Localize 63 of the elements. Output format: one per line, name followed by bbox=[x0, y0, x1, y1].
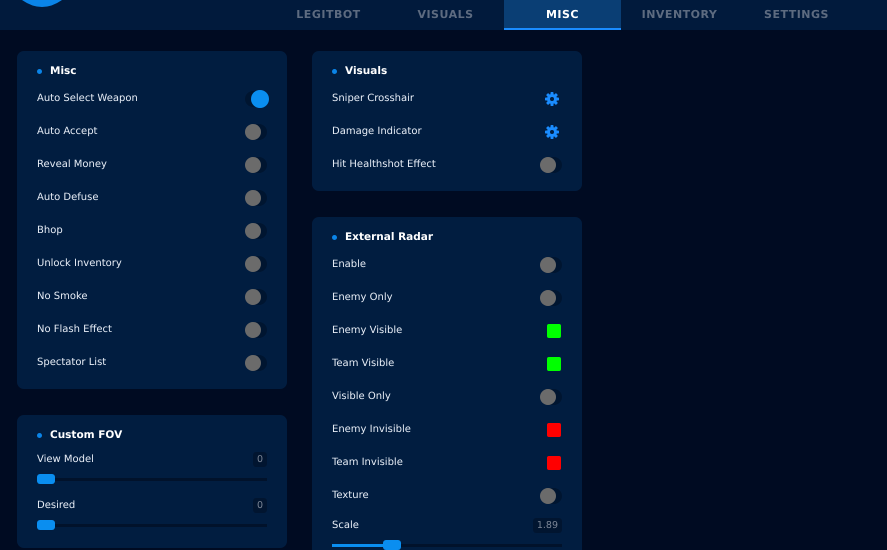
setting-label: Bhop bbox=[37, 225, 63, 236]
tab[interactable]: LEGITBOT bbox=[270, 0, 387, 30]
setting-label: Auto Select Weapon bbox=[37, 93, 138, 104]
setting-label: Enemy Only bbox=[332, 292, 393, 303]
tab[interactable]: MISC bbox=[504, 0, 621, 30]
setting-label: Auto Defuse bbox=[37, 192, 98, 203]
toggle-switch[interactable] bbox=[245, 156, 267, 172]
color-swatch[interactable] bbox=[547, 356, 561, 370]
setting-label: Enemy Invisible bbox=[332, 424, 411, 435]
settings-icon[interactable] bbox=[545, 124, 559, 138]
setting-label: No Smoke bbox=[37, 291, 88, 302]
setting-label: Scale bbox=[332, 520, 359, 530]
toggle-switch[interactable] bbox=[540, 388, 562, 404]
bullet-icon bbox=[332, 234, 337, 240]
toggle-switch[interactable] bbox=[540, 156, 562, 172]
setting-label: Enable bbox=[332, 259, 366, 270]
setting-label: Unlock Inventory bbox=[37, 258, 122, 269]
setting-label: No Flash Effect bbox=[37, 324, 112, 335]
toggle-switch[interactable] bbox=[540, 256, 562, 272]
value-readout: 1.89 bbox=[532, 518, 562, 532]
panel-title: Visuals bbox=[345, 65, 388, 77]
bullet-icon bbox=[37, 432, 42, 438]
slider-thumb[interactable] bbox=[382, 540, 401, 550]
toggle-switch[interactable] bbox=[245, 124, 267, 140]
toggle-switch[interactable] bbox=[540, 488, 562, 504]
tab[interactable]: INVENTORY bbox=[621, 0, 738, 30]
toggle-switch[interactable] bbox=[245, 190, 267, 206]
setting-label: Sniper Crosshair bbox=[332, 93, 414, 104]
tab[interactable]: VISUALS bbox=[387, 0, 504, 30]
setting-label: Team Invisible bbox=[332, 457, 403, 468]
setting-label: Visible Only bbox=[332, 391, 391, 402]
toggle-switch[interactable] bbox=[245, 322, 267, 338]
value-readout: 0 bbox=[252, 452, 267, 466]
value-readout: 0 bbox=[252, 498, 267, 512]
toggle-switch[interactable] bbox=[245, 222, 267, 238]
setting-label: Spectator List bbox=[37, 357, 106, 368]
panel-title: External Radar bbox=[345, 231, 434, 243]
toggle-switch[interactable] bbox=[245, 354, 267, 370]
setting-label: Damage Indicator bbox=[332, 126, 422, 137]
slider-thumb[interactable] bbox=[37, 520, 55, 530]
color-swatch[interactable] bbox=[547, 422, 561, 436]
slider-thumb[interactable] bbox=[37, 474, 55, 484]
setting-label: View Model bbox=[37, 454, 94, 464]
toggle-switch[interactable] bbox=[245, 90, 267, 106]
setting-label: Hit Healthshot Effect bbox=[332, 159, 436, 170]
color-swatch[interactable] bbox=[547, 324, 561, 338]
panel-title: Custom FOV bbox=[50, 429, 122, 441]
panel-title: Misc bbox=[50, 65, 77, 77]
tab[interactable]: SETTINGS bbox=[738, 0, 855, 30]
setting-label: Reveal Money bbox=[37, 159, 107, 170]
setting-label: Enemy Visible bbox=[332, 325, 402, 336]
toggle-switch[interactable] bbox=[540, 290, 562, 306]
toggle-switch[interactable] bbox=[245, 288, 267, 304]
bullet-icon bbox=[37, 68, 42, 74]
settings-icon[interactable] bbox=[545, 92, 559, 106]
color-swatch[interactable] bbox=[547, 456, 561, 470]
bullet-icon bbox=[332, 68, 337, 74]
setting-label: Texture bbox=[332, 490, 369, 501]
setting-label: Team Visible bbox=[332, 358, 394, 369]
logo-icon bbox=[20, 0, 64, 8]
setting-label: Desired bbox=[37, 500, 76, 510]
toggle-switch[interactable] bbox=[245, 256, 267, 272]
setting-label: Auto Accept bbox=[37, 126, 98, 137]
